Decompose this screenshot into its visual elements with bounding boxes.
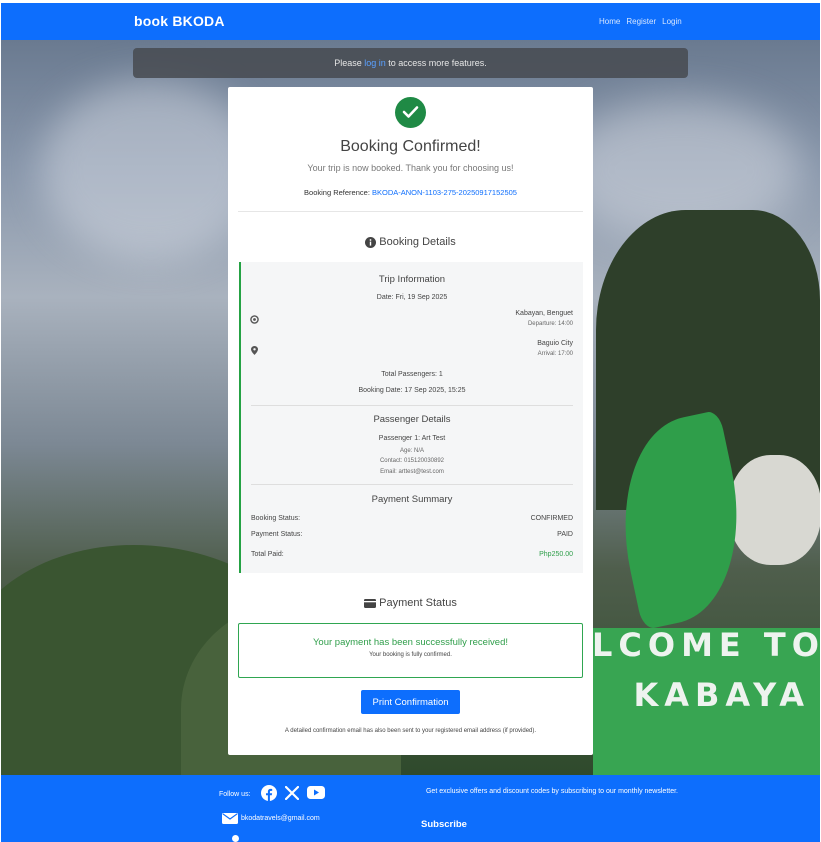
divider [251, 405, 573, 406]
youtube-icon[interactable] [307, 786, 325, 799]
facebook-icon[interactable] [261, 785, 277, 801]
brand-logo[interactable]: book BKODA [134, 13, 225, 29]
booking-details-panel: Trip Information Date: Fri, 19 Sep 2025 … [239, 262, 583, 573]
footer-email[interactable]: bkodatravels@gmail.com [222, 813, 320, 824]
divider [251, 484, 573, 485]
nav-home-link[interactable]: Home [599, 17, 620, 26]
booking-details-heading: Booking Details [228, 236, 593, 248]
x-icon[interactable] [285, 786, 299, 800]
info-icon [365, 236, 377, 248]
login-alert: Please log in to access more features. [133, 48, 688, 78]
total-paid-label: Total Paid: [251, 551, 284, 558]
passenger-details-heading: Passenger Details [373, 414, 451, 425]
divider [238, 211, 583, 212]
destination-location: Baguio City [537, 340, 573, 347]
booking-reference-value: BKODA-ANON-1103-275-20250917152505 [372, 188, 517, 197]
follow-us-label: Follow us: [219, 791, 251, 798]
footer: Follow us: bkodatravels@gmail.com Get ex… [1, 775, 820, 842]
booking-status-value: CONFIRMED [530, 515, 573, 522]
confirmation-title: Booking Confirmed! [340, 138, 481, 155]
destination-pin-icon [251, 346, 258, 355]
alert-text-after: to access more features. [385, 58, 487, 68]
passenger-email: Email: arttest@test.com [380, 469, 444, 475]
passenger-age: Age: N/A [399, 448, 424, 454]
payment-success-box: Your payment has been successfully recei… [238, 623, 583, 678]
newsletter-offer-text: Get exclusive offers and discount codes … [425, 788, 678, 795]
nav-login-link[interactable]: Login [662, 17, 682, 26]
booking-reference-label: Booking Reference: [304, 188, 372, 197]
booking-reference: Booking Reference: BKODA-ANON-1103-275-2… [228, 188, 593, 197]
payment-success-submessage: Your booking is fully confirmed. [369, 652, 452, 658]
trip-date: Date: Fri, 19 Sep 2025 [376, 294, 448, 301]
passenger-contact: Contact: 015120030892 [379, 458, 445, 464]
navbar: book BKODA Home Register Login [1, 3, 820, 40]
alert-text-before: Please [334, 58, 365, 68]
confirmation-card: Booking Confirmed! Your trip is now book… [228, 87, 593, 755]
nav-links: Home Register Login [599, 17, 682, 26]
departure-time: Departure: 14:00 [527, 321, 573, 327]
total-paid-value: Php250.00 [539, 551, 573, 558]
booking-date: Booking Date: 17 Sep 2025, 15:25 [358, 387, 466, 394]
trip-info-heading: Trip Information [378, 274, 446, 285]
nav-register-link[interactable]: Register [626, 17, 656, 26]
passenger-name: Passenger 1: Art Test [378, 435, 446, 442]
cabbage-sculpture [729, 455, 820, 565]
subscribe-button[interactable]: Subscribe [421, 819, 467, 830]
login-link[interactable]: log in [364, 58, 386, 68]
payment-status-heading: Payment Status [228, 597, 593, 609]
booking-details-title: Booking Details [379, 236, 456, 248]
envelope-icon [222, 813, 238, 824]
check-circle-icon [395, 97, 426, 128]
total-passengers: Total Passengers: 1 [381, 371, 443, 378]
footer-email-address[interactable]: bkodatravels@gmail.com [241, 815, 320, 822]
wallet-icon [364, 599, 377, 608]
print-confirmation-button[interactable]: Print Confirmation [361, 690, 460, 714]
confirmation-subtitle: Your trip is now booked. Thank you for c… [307, 163, 514, 173]
payment-status-value: PAID [557, 531, 573, 538]
arrival-time: Arrival: 17:00 [537, 351, 573, 357]
origin-location: Kabayan, Benguet [515, 310, 573, 317]
welcome-sign-text: LCOME TO KABAYA [592, 626, 821, 714]
payment-success-message: Your payment has been successfully recei… [312, 637, 509, 648]
payment-summary-heading: Payment Summary [371, 494, 453, 505]
booking-status-label: Booking Status: [251, 515, 301, 522]
payment-status-label: Payment Status: [251, 531, 303, 538]
origin-circle-icon [250, 315, 259, 324]
email-confirmation-note: A detailed confirmation email has also b… [284, 728, 537, 734]
payment-status-title: Payment Status [379, 597, 457, 609]
location-icon [232, 835, 239, 842]
